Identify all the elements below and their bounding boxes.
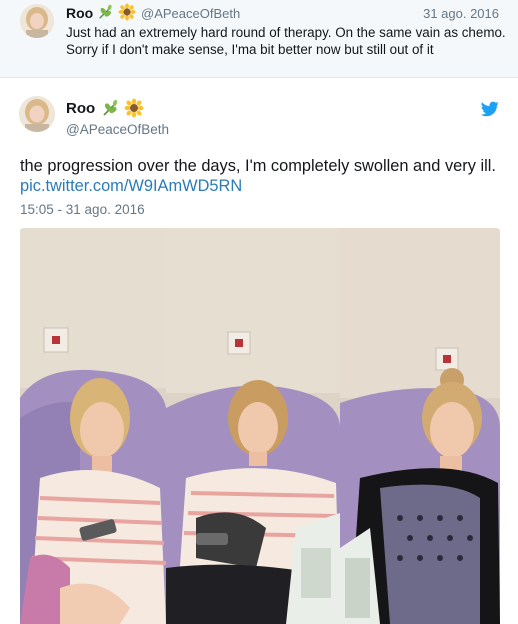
tweet-text: the progression over the days, I'm compl… (20, 157, 496, 175)
herb-icon (99, 4, 112, 19)
sunflower-icon (124, 98, 144, 118)
username[interactable]: @APeaceOfBeth (141, 6, 240, 21)
photo-day-2 (166, 228, 340, 624)
photo-day-1 (20, 228, 166, 624)
display-name[interactable]: Roo (66, 100, 95, 117)
avatar[interactable] (20, 4, 54, 38)
parent-tweet[interactable]: Roo @APeaceOfBeth 31 ago. 2016 Just had … (0, 0, 518, 78)
tweet-timestamp[interactable]: 15:05 - 31 ago. 2016 (20, 202, 145, 217)
tweet: Roo @APeaceOfBeth the progression over t… (0, 79, 518, 624)
photo-day-3 (340, 228, 500, 624)
media-photo[interactable] (20, 228, 500, 624)
tweet-text: Just had an extremely hard round of ther… (66, 25, 506, 57)
sunflower-icon (118, 3, 136, 21)
herb-icon (103, 99, 118, 116)
avatar[interactable] (19, 96, 55, 132)
twitter-bird-icon[interactable] (481, 101, 499, 117)
media-link[interactable]: pic.twitter.com/W9IAmWD5RN (20, 177, 242, 196)
username[interactable]: @APeaceOfBeth (66, 122, 169, 137)
display-name[interactable]: Roo (66, 5, 93, 21)
tweet-date[interactable]: 31 ago. 2016 (423, 6, 499, 21)
